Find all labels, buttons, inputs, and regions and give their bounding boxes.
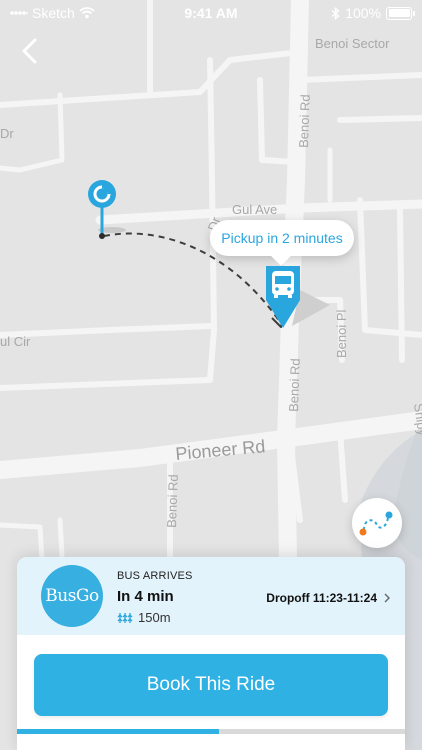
walk-distance: 150m — [138, 610, 171, 625]
arrives-label: BUS ARRIVES — [117, 570, 193, 582]
chevron-right-icon[interactable] — [381, 592, 393, 604]
map-label-benoi-pl: Benoi Pl — [334, 309, 349, 358]
pickup-tooltip: Pickup in 2 minutes — [210, 220, 354, 256]
ride-summary[interactable]: BusGo BUS ARRIVES In 4 min 150m Dropoff … — [17, 557, 405, 635]
walk-distance-row: 150m — [117, 610, 171, 625]
bus-icon — [272, 271, 294, 298]
status-bar: Sketch 9:41 AM 100% — [0, 0, 422, 26]
progress-fill — [17, 729, 219, 734]
map-label-dr: Dr — [0, 126, 14, 141]
route-toggle-button[interactable] — [352, 498, 402, 548]
book-ride-button[interactable]: Book This Ride — [34, 654, 388, 716]
walk-icon — [117, 612, 133, 623]
map-label-benoi-sector: Benoi Sector — [315, 36, 390, 51]
map-label-benoi-rd-north: Benoi Rd — [296, 94, 313, 148]
map-label-benoi-rd-south: Benoi Rd — [286, 358, 303, 412]
map-label-benoi-rd-lower: Benoi Rd — [164, 474, 181, 528]
dropoff-time: Dropoff 11:23-11:24 — [266, 591, 377, 605]
arrives-time: In 4 min — [117, 588, 174, 605]
bluetooth-icon — [331, 6, 340, 20]
progress-track — [17, 729, 405, 734]
back-button[interactable] — [14, 34, 46, 68]
battery-percent: 100% — [345, 5, 381, 21]
busgo-logo: BusGo — [41, 565, 103, 627]
ride-card: BusGo BUS ARRIVES In 4 min 150m Dropoff … — [17, 557, 405, 750]
battery-icon — [386, 6, 415, 20]
pickup-tooltip-text: Pickup in 2 minutes — [221, 230, 343, 246]
map-label-gul-cir: ul Cir — [0, 334, 31, 349]
status-bar-right: 100% — [331, 5, 415, 21]
back-icon — [22, 38, 37, 64]
route-icon — [359, 511, 393, 536]
map-label-gul-ave: Gul Ave — [232, 202, 277, 217]
